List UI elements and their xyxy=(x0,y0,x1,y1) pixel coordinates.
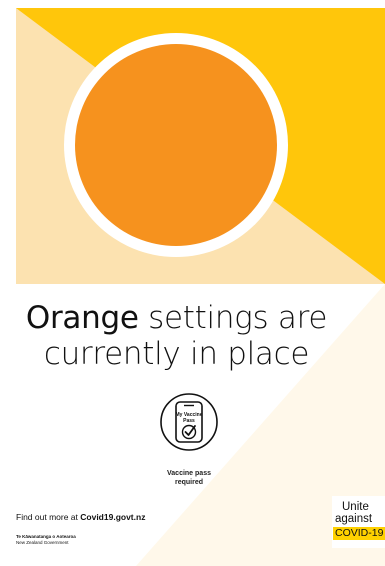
caption-line-2: required xyxy=(174,479,203,486)
traffic-light-graphic xyxy=(16,8,385,284)
covid19-link[interactable]: Covid19.govt.nz xyxy=(80,512,145,522)
orange-circle xyxy=(75,44,277,246)
government-name-maori: Te Kāwanatanga o Aotearoa xyxy=(16,534,76,539)
headline-line-2: currently in place xyxy=(43,336,310,372)
find-out-text: Find out more at xyxy=(16,512,81,522)
logo-line-2: against xyxy=(335,513,373,525)
find-out-more: Find out more at Covid19.govt.nz xyxy=(16,512,145,522)
vaccine-pass-caption: Vaccine pass required xyxy=(128,469,250,487)
headline: Orange settings are currently in place xyxy=(0,300,369,372)
headline-rest: settings are xyxy=(138,300,328,336)
government-name-english: New Zealand Government xyxy=(16,540,69,545)
logo-line-1: Unite xyxy=(342,501,369,513)
logo-line-3: COVID-19 xyxy=(333,527,385,540)
vaccine-pass-phone-icon: My Vaccine Pass xyxy=(160,393,218,451)
caption-line-1: Vaccine pass xyxy=(167,470,211,477)
headline-line-1: Orange settings are xyxy=(0,300,369,336)
pass-screen-line-2: Pass xyxy=(183,418,195,424)
headline-accent: Orange xyxy=(25,300,139,336)
hero-graphic xyxy=(16,8,385,284)
unite-against-covid-logo: Unite against COVID-19 xyxy=(332,496,385,548)
